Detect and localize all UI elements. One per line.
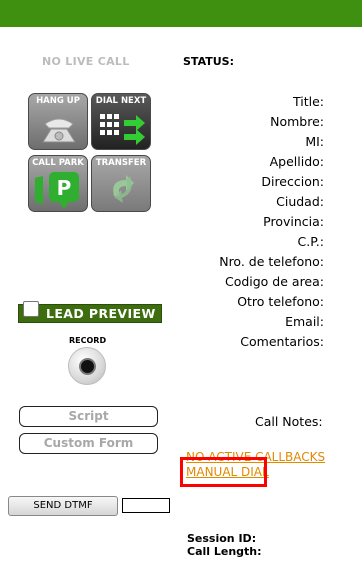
- keypad-arrow-icon: [100, 114, 145, 145]
- field-telefono-label: Nro. de telefono:: [219, 254, 324, 269]
- field-provincia-label: Provincia:: [263, 214, 324, 229]
- lead-preview-toggle[interactable]: LEAD PREVIEW: [18, 301, 162, 323]
- record-icon: [81, 360, 94, 373]
- lead-fields: Title: Nombre: MI: Apellido: Direccion: …: [219, 92, 324, 352]
- top-bar: [0, 0, 362, 27]
- call-park-button[interactable]: CALL PARK P: [28, 155, 88, 212]
- manual-dial-highlight: [180, 457, 267, 487]
- field-title-label: Title:: [293, 94, 324, 109]
- session-id-label: Session ID:: [187, 532, 257, 545]
- phone-icon: [42, 118, 76, 143]
- dtmf-input[interactable]: [122, 498, 170, 513]
- live-call-status: NO LIVE CALL: [42, 55, 130, 68]
- status-label: STATUS:: [183, 55, 234, 68]
- field-mi-label: MI:: [305, 134, 324, 149]
- call-notes-label: Call Notes:: [255, 414, 323, 429]
- transfer-button[interactable]: TRANSFER: [91, 155, 151, 212]
- record-button[interactable]: [68, 347, 106, 385]
- parking-icon: P: [35, 172, 79, 209]
- field-email-label: Email:: [285, 314, 324, 329]
- dial-next-button[interactable]: DIAL NEXT: [91, 93, 151, 150]
- field-cp-label: C.P.:: [297, 234, 324, 249]
- call-length-label: Call Length:: [187, 545, 262, 558]
- session-info: Session ID: Call Length:: [187, 532, 262, 558]
- field-direccion-label: Direccion:: [261, 174, 324, 189]
- custom-form-button[interactable]: Custom Form: [19, 433, 158, 454]
- lead-preview-label: LEAD PREVIEW: [46, 306, 156, 321]
- field-codigo-area-label: Codigo de area:: [224, 274, 324, 289]
- svg-text:P: P: [57, 176, 72, 200]
- send-dtmf-button[interactable]: SEND DTMF: [8, 496, 118, 516]
- transfer-icon: [113, 175, 134, 203]
- hang-up-button[interactable]: HANG UP: [28, 93, 88, 150]
- script-button[interactable]: Script: [19, 406, 158, 427]
- field-apellido-label: Apellido:: [269, 154, 324, 169]
- field-ciudad-label: Ciudad:: [276, 194, 324, 209]
- record-label: RECORD: [69, 336, 107, 345]
- field-nombre-label: Nombre:: [270, 114, 324, 129]
- field-comentarios-label: Comentarios:: [240, 334, 324, 349]
- lead-preview-checkbox[interactable]: [23, 301, 39, 317]
- field-otro-telefono-label: Otro telefono:: [237, 294, 324, 309]
